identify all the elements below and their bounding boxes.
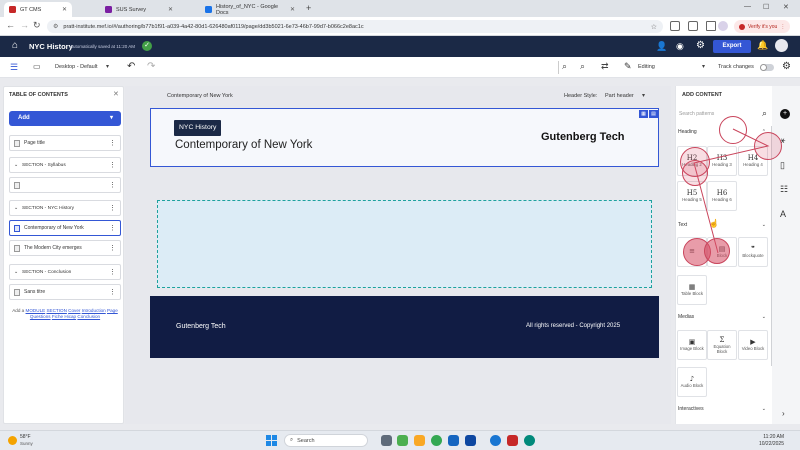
search-icon: ⌕ xyxy=(290,437,294,443)
overlay-ring xyxy=(682,160,708,186)
file-explorer-icon[interactable] xyxy=(414,435,425,446)
windows-taskbar: 58°F Sunny ⌕ Search 11:20 AM 10/22/2025 xyxy=(0,430,800,450)
copilot-icon[interactable] xyxy=(397,435,408,446)
windows-start-icon[interactable] xyxy=(266,435,277,446)
overlay-ring xyxy=(754,132,782,160)
app-icon[interactable] xyxy=(465,435,476,446)
zoom-app-icon[interactable] xyxy=(490,435,501,446)
chrome-icon[interactable] xyxy=(431,435,442,446)
weather-sun-icon[interactable] xyxy=(8,436,17,445)
clock-date: 10/22/2025 xyxy=(758,441,784,447)
weather-text: Sunny xyxy=(20,441,33,446)
overlay-ring xyxy=(719,116,747,144)
weather-temp: 58°F xyxy=(20,434,31,440)
interaction-overlay xyxy=(693,128,770,254)
clock-time: 11:20 AM xyxy=(763,434,784,440)
edge-icon[interactable] xyxy=(524,435,535,446)
recorder-icon[interactable] xyxy=(507,435,518,446)
overlay-ring xyxy=(704,238,730,264)
task-view-icon[interactable] xyxy=(381,435,392,446)
store-icon[interactable] xyxy=(448,435,459,446)
cursor-hand-icon: ☝ xyxy=(709,219,719,228)
taskbar-search[interactable]: ⌕ Search xyxy=(284,434,368,447)
